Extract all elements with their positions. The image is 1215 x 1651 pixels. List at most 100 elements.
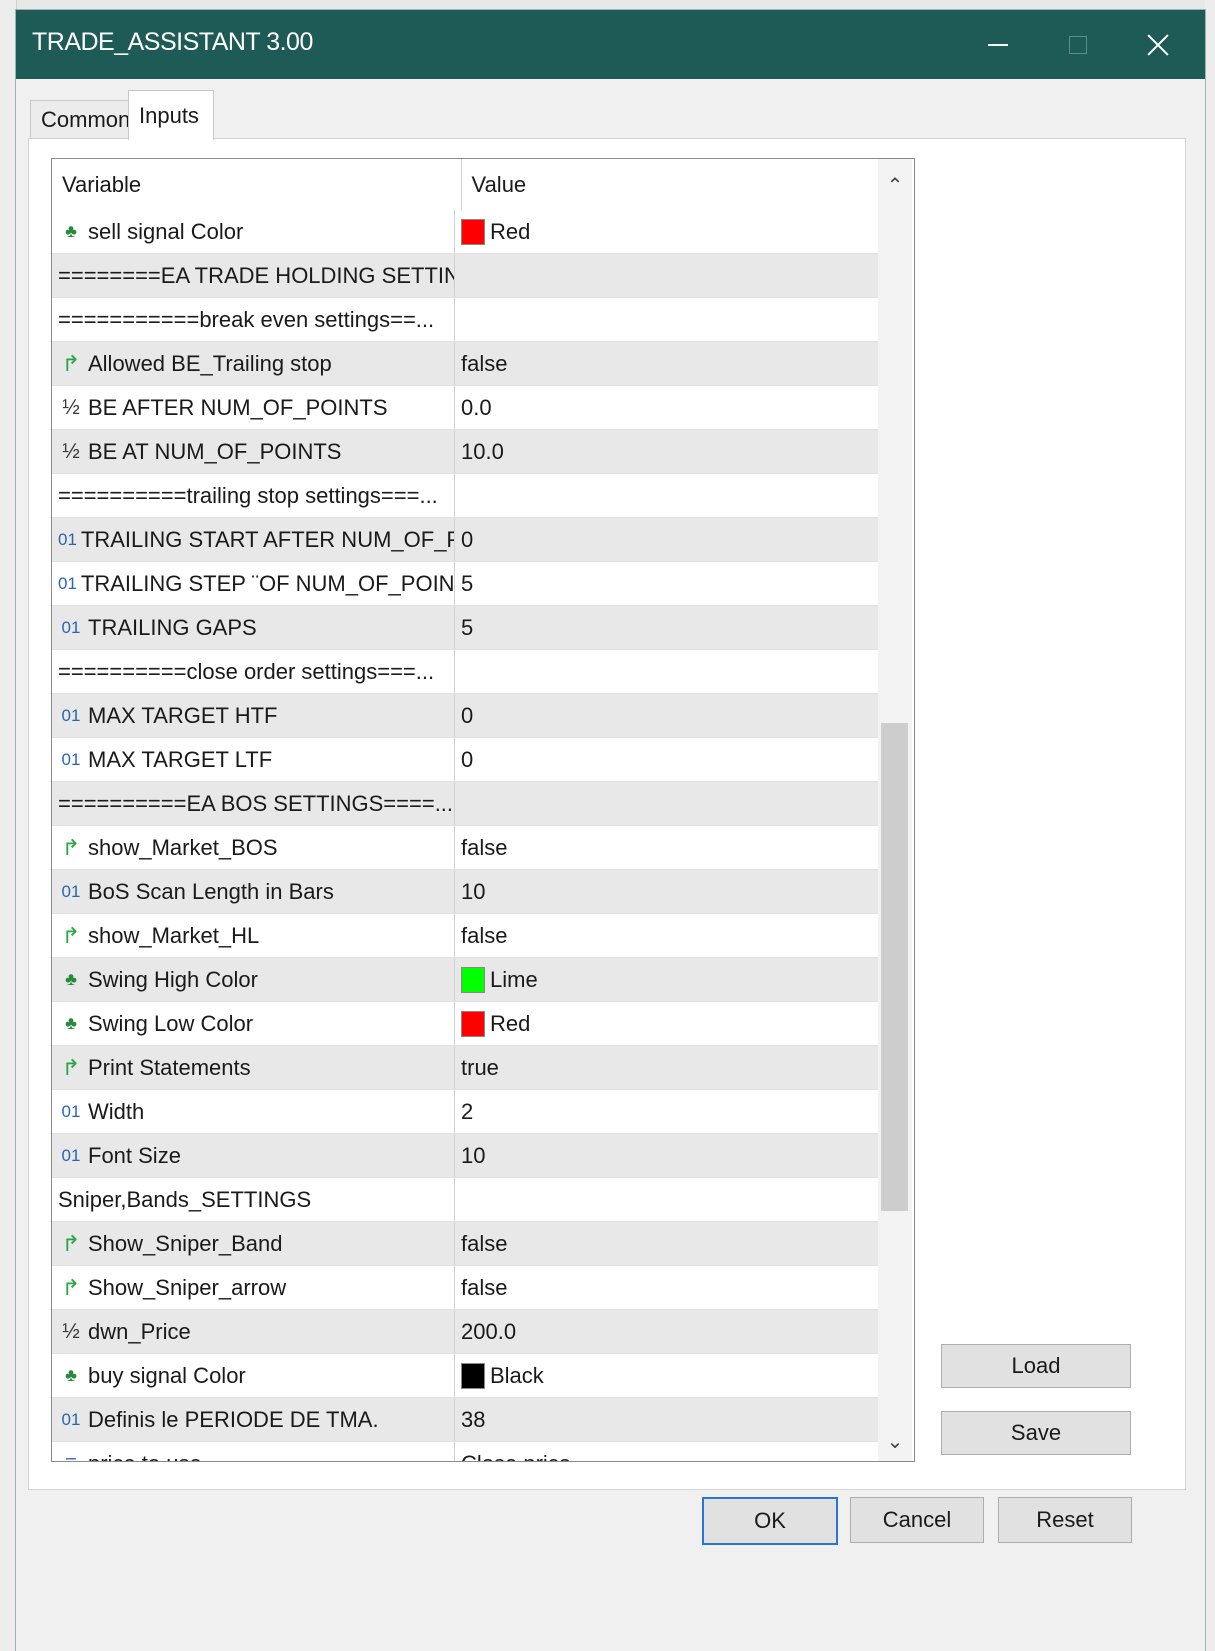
variable-cell[interactable]: ½ BE AT NUM_OF_POINTS xyxy=(52,430,455,473)
reset-button[interactable]: Reset xyxy=(998,1497,1132,1543)
table-row[interactable]: 01 Definis le PERIODE DE TMA. 38 xyxy=(52,1398,878,1442)
variable-cell[interactable]: ===========break even settings==... xyxy=(52,298,455,341)
variable-cell[interactable]: 01 TRAILING GAPS xyxy=(52,606,455,649)
cancel-button[interactable]: Cancel xyxy=(850,1497,984,1543)
table-row[interactable]: 01 TRAILING STEP ¨OF NUM_OF_POINTS 5 xyxy=(52,562,878,606)
table-row[interactable]: Sniper,Bands_SETTINGS xyxy=(52,1178,878,1222)
value-cell[interactable]: Close price xyxy=(455,1442,874,1462)
value-cell[interactable]: 200.0 xyxy=(455,1310,874,1353)
variable-cell[interactable]: ↱ show_Market_BOS xyxy=(52,826,455,869)
value-cell[interactable]: 0 xyxy=(455,518,874,561)
value-cell[interactable]: false xyxy=(455,342,874,385)
value-cell[interactable]: false xyxy=(455,1222,874,1265)
table-row[interactable]: 01 MAX TARGET HTF 0 xyxy=(52,694,878,738)
value-cell[interactable] xyxy=(455,1178,874,1221)
value-cell[interactable] xyxy=(455,254,874,297)
scroll-down-icon[interactable]: ⌄ xyxy=(878,1421,912,1461)
table-row[interactable]: ♣ sell signal Color Red xyxy=(52,210,878,254)
variable-cell[interactable]: 01 MAX TARGET HTF xyxy=(52,694,455,737)
column-header-value[interactable]: Value xyxy=(462,159,878,210)
variable-cell[interactable]: ↱ Show_Sniper_arrow xyxy=(52,1266,455,1309)
variable-cell[interactable]: ==========close order settings===... xyxy=(52,650,455,693)
scrollbar-thumb[interactable] xyxy=(881,723,908,1211)
table-row[interactable]: ==========close order settings===... xyxy=(52,650,878,694)
variable-cell[interactable]: 01 BoS Scan Length in Bars xyxy=(52,870,455,913)
variable-cell[interactable]: ========EA TRADE HOLDING SETTIN... xyxy=(52,254,455,297)
maximize-button[interactable] xyxy=(1038,10,1118,79)
table-row[interactable]: ↱ Allowed BE_Trailing stop false xyxy=(52,342,878,386)
variable-cell[interactable]: ≡ price to use xyxy=(52,1442,455,1461)
table-row[interactable]: 01 TRAILING GAPS 5 xyxy=(52,606,878,650)
table-row[interactable]: 01 MAX TARGET LTF 0 xyxy=(52,738,878,782)
value-cell[interactable]: 2 xyxy=(455,1090,874,1133)
table-row[interactable]: ========EA TRADE HOLDING SETTIN... xyxy=(52,254,878,298)
value-cell[interactable]: false xyxy=(455,826,874,869)
table-row[interactable]: 01 Width 2 xyxy=(52,1090,878,1134)
value-cell[interactable]: 0 xyxy=(455,738,874,781)
table-row[interactable]: ↱ show_Market_HL false xyxy=(52,914,878,958)
value-cell[interactable] xyxy=(455,474,874,517)
variable-cell[interactable]: ==========EA BOS SETTINGS====... xyxy=(52,782,455,825)
table-row[interactable]: ♣ Swing Low Color Red xyxy=(52,1002,878,1046)
tab-inputs[interactable]: Inputs xyxy=(128,90,214,140)
ok-button[interactable]: OK xyxy=(702,1497,838,1545)
variable-cell[interactable]: 01 Definis le PERIODE DE TMA. xyxy=(52,1398,455,1441)
tab-common[interactable]: Common xyxy=(30,100,132,139)
table-row[interactable]: 01 Font Size 10 xyxy=(52,1134,878,1178)
value-cell[interactable]: Lime xyxy=(455,958,874,1001)
table-row[interactable]: ↱ Print Statements true xyxy=(52,1046,878,1090)
variable-cell[interactable]: Sniper,Bands_SETTINGS xyxy=(52,1178,455,1221)
value-cell[interactable]: false xyxy=(455,914,874,957)
table-row[interactable]: ♣ Swing High Color Lime xyxy=(52,958,878,1002)
value-cell[interactable] xyxy=(455,650,874,693)
value-cell[interactable]: Red xyxy=(455,210,874,253)
variable-cell[interactable]: ♣ Swing High Color xyxy=(52,958,455,1001)
column-header-variable[interactable]: Variable xyxy=(52,159,462,210)
variable-cell[interactable]: ↱ show_Market_HL xyxy=(52,914,455,957)
variable-cell[interactable]: 01 Width xyxy=(52,1090,455,1133)
table-row[interactable]: ↱ Show_Sniper_Band false xyxy=(52,1222,878,1266)
value-cell[interactable]: Black xyxy=(455,1354,874,1397)
table-row[interactable]: ≡ price to use Close price xyxy=(52,1442,878,1462)
variable-cell[interactable]: 01 MAX TARGET LTF xyxy=(52,738,455,781)
table-row[interactable]: ♣ buy signal Color Black xyxy=(52,1354,878,1398)
value-cell[interactable]: 0 xyxy=(455,694,874,737)
variable-cell[interactable]: ==========trailing stop settings===... xyxy=(52,474,455,517)
table-row[interactable]: ==========trailing stop settings===... xyxy=(52,474,878,518)
table-row[interactable]: ½ BE AFTER NUM_OF_POINTS 0.0 xyxy=(52,386,878,430)
scroll-up-icon[interactable]: ⌃ xyxy=(878,165,912,205)
variable-cell[interactable]: 01 TRAILING START AFTER NUM_OF_PO... xyxy=(52,518,455,561)
table-row[interactable]: 01 TRAILING START AFTER NUM_OF_PO... 0 xyxy=(52,518,878,562)
value-cell[interactable] xyxy=(455,782,874,825)
value-cell[interactable]: 5 xyxy=(455,606,874,649)
variable-cell[interactable]: ♣ sell signal Color xyxy=(52,210,455,253)
variable-cell[interactable]: ♣ Swing Low Color xyxy=(52,1002,455,1045)
variable-cell[interactable]: ↱ Allowed BE_Trailing stop xyxy=(52,342,455,385)
value-cell[interactable]: 38 xyxy=(455,1398,874,1441)
save-button[interactable]: Save xyxy=(941,1411,1131,1455)
table-row[interactable]: ½ BE AT NUM_OF_POINTS 10.0 xyxy=(52,430,878,474)
variable-cell[interactable]: ½ BE AFTER NUM_OF_POINTS xyxy=(52,386,455,429)
minimize-button[interactable] xyxy=(958,10,1038,79)
value-cell[interactable] xyxy=(455,298,874,341)
close-button[interactable] xyxy=(1118,10,1198,79)
table-row[interactable]: ===========break even settings==... xyxy=(52,298,878,342)
variable-cell[interactable]: ↱ Print Statements xyxy=(52,1046,455,1089)
variable-cell[interactable]: 01 TRAILING STEP ¨OF NUM_OF_POINTS xyxy=(52,562,455,605)
load-button[interactable]: Load xyxy=(941,1344,1131,1388)
value-cell[interactable]: 10.0 xyxy=(455,430,874,473)
vertical-scrollbar[interactable]: ⌃ ⌄ xyxy=(878,159,912,1461)
value-cell[interactable]: 10 xyxy=(455,1134,874,1177)
variable-cell[interactable]: ½ dwn_Price xyxy=(52,1310,455,1353)
value-cell[interactable]: false xyxy=(455,1266,874,1309)
value-cell[interactable]: Red xyxy=(455,1002,874,1045)
value-cell[interactable]: 5 xyxy=(455,562,874,605)
table-row[interactable]: ½ dwn_Price 200.0 xyxy=(52,1310,878,1354)
variable-cell[interactable]: 01 Font Size xyxy=(52,1134,455,1177)
value-cell[interactable]: 0.0 xyxy=(455,386,874,429)
value-cell[interactable]: true xyxy=(455,1046,874,1089)
table-row[interactable]: ↱ Show_Sniper_arrow false xyxy=(52,1266,878,1310)
table-row[interactable]: 01 BoS Scan Length in Bars 10 xyxy=(52,870,878,914)
table-row[interactable]: ==========EA BOS SETTINGS====... xyxy=(52,782,878,826)
variable-cell[interactable]: ♣ buy signal Color xyxy=(52,1354,455,1397)
